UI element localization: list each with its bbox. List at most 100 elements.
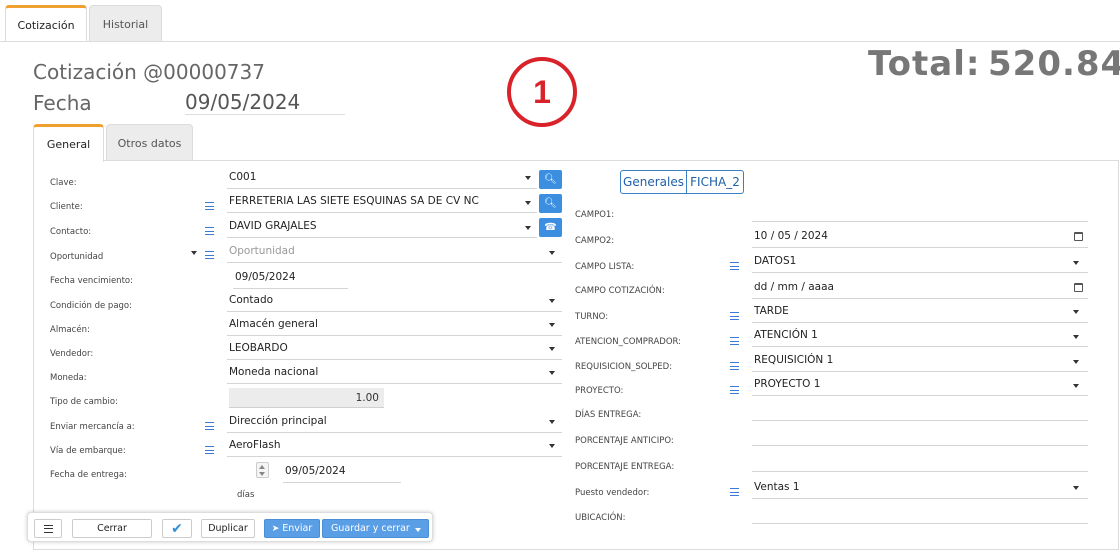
cliente-menu-icon[interactable] bbox=[205, 202, 214, 210]
dias-label: días bbox=[237, 490, 255, 500]
campo2-date-input[interactable]: 10 / 05 / 2024 bbox=[752, 226, 1088, 248]
approve-button[interactable]: ✔ bbox=[162, 519, 192, 538]
enviar-mercancia-select[interactable]: Dirección principal bbox=[227, 411, 562, 433]
cerrar-label: Cerrar bbox=[97, 523, 127, 534]
cliente-select[interactable]: FERRETERIA LAS SIETE ESQUINAS SA DE CV N… bbox=[227, 191, 537, 213]
condicion-pago-select[interactable]: Contado bbox=[227, 290, 562, 312]
stepper-up-icon[interactable] bbox=[259, 465, 265, 469]
cliente-search-button[interactable]: 🔍︎ bbox=[539, 194, 562, 213]
stepper-down-icon[interactable] bbox=[259, 472, 265, 476]
contacto-menu-icon[interactable] bbox=[205, 227, 214, 235]
tab-historial[interactable]: Historial bbox=[89, 5, 162, 42]
requisicion-value: REQUISICIÓN 1 bbox=[754, 354, 834, 366]
duplicar-label: Duplicar bbox=[208, 523, 248, 534]
vendedor-select[interactable]: LEOBARDO bbox=[227, 338, 562, 360]
porcentaje-anticipo-input[interactable] bbox=[752, 424, 1088, 446]
atencion-menu-icon[interactable] bbox=[730, 337, 739, 345]
atencion-select[interactable]: ATENCIÓN 1 bbox=[752, 325, 1088, 347]
subtab-otros-datos-label: Otros datos bbox=[117, 136, 182, 150]
menu-button[interactable] bbox=[34, 519, 62, 538]
label-campo1: CAMPO1: bbox=[575, 210, 615, 220]
clave-search-button[interactable]: 🔍︎ bbox=[539, 170, 562, 189]
tipo-cambio-input[interactable]: 1.00 bbox=[229, 388, 384, 408]
requisicion-menu-icon[interactable] bbox=[730, 362, 739, 370]
dias-entrega-input[interactable] bbox=[752, 399, 1088, 421]
clave-select[interactable]: C001 bbox=[227, 167, 537, 189]
guardar-cerrar-button[interactable]: Guardar y cerrar bbox=[322, 519, 429, 538]
moneda-value: Moneda nacional bbox=[229, 366, 319, 378]
oportunidad-select[interactable]: Oportunidad bbox=[227, 241, 562, 263]
moneda-select[interactable]: Moneda nacional bbox=[227, 362, 562, 384]
moneda-caret-icon bbox=[549, 371, 555, 375]
subtab-general[interactable]: General bbox=[33, 124, 104, 162]
label-atencion-comprador: ATENCION_COMPRADOR: bbox=[575, 337, 682, 347]
vendedor-value: LEOBARDO bbox=[229, 342, 288, 354]
calendar-icon[interactable] bbox=[1074, 232, 1083, 241]
via-embarque-select[interactable]: AeroFlash bbox=[227, 435, 562, 457]
segment-generales[interactable]: Generales bbox=[620, 170, 687, 194]
label-oportunidad: Oportunidad bbox=[50, 252, 104, 262]
fecha-vencimiento-value: 09/05/2024 bbox=[235, 271, 296, 283]
label-moneda: Moneda: bbox=[50, 373, 87, 383]
vendedor-caret-icon bbox=[549, 347, 555, 351]
step-badge: 1 bbox=[507, 57, 577, 127]
label-ubicacion: UBICACIÓN: bbox=[575, 513, 626, 523]
oportunidad-placeholder: Oportunidad bbox=[229, 245, 295, 257]
enviar-caret-icon bbox=[549, 420, 555, 424]
label-porcentaje-entrega: PORCENTAJE ENTREGA: bbox=[575, 462, 675, 472]
subtab-otros-datos[interactable]: Otros datos bbox=[106, 124, 193, 161]
enviar-menu-icon[interactable] bbox=[205, 422, 214, 430]
porcentaje-entrega-input[interactable] bbox=[752, 450, 1088, 472]
duplicar-button[interactable]: Duplicar bbox=[201, 519, 255, 538]
label-via-embarque: Vía de embarque: bbox=[50, 446, 126, 456]
almacen-caret-icon bbox=[549, 323, 555, 327]
tab-cotizacion[interactable]: Cotización bbox=[5, 5, 87, 42]
condicion-pago-value: Contado bbox=[229, 294, 274, 306]
label-vendedor: Vendedor: bbox=[50, 349, 94, 359]
quote-number: Cotización @00000737 bbox=[33, 60, 265, 84]
campo-cotizacion-date-input[interactable]: dd / mm / aaaa bbox=[752, 277, 1088, 299]
total-label: Total: bbox=[868, 44, 981, 84]
campo1-input[interactable] bbox=[752, 200, 1088, 222]
puesto-menu-icon[interactable] bbox=[730, 488, 739, 496]
step-badge-number: 1 bbox=[533, 74, 551, 110]
puesto-caret-icon bbox=[1073, 486, 1079, 490]
label-requisicion: REQUISICION_SOLPED: bbox=[575, 362, 673, 372]
clave-caret-icon bbox=[525, 176, 531, 180]
via-menu-icon[interactable] bbox=[205, 446, 214, 454]
proyecto-menu-icon[interactable] bbox=[730, 386, 739, 394]
turno-select[interactable]: TARDE bbox=[752, 301, 1088, 323]
oportunidad-menu-icon[interactable] bbox=[205, 251, 214, 259]
search-icon: 🔍︎ bbox=[544, 174, 557, 185]
label-condicion-pago: Condición de pago: bbox=[50, 301, 132, 311]
label-proyecto: PROYECTO: bbox=[575, 386, 624, 396]
label-porcentaje-anticipo: PORCENTAJE ANTICIPO: bbox=[575, 436, 674, 446]
puesto-vendedor-select[interactable]: Ventas 1 bbox=[752, 477, 1088, 499]
dropdown-caret-icon[interactable] bbox=[415, 528, 421, 532]
cerrar-button[interactable]: Cerrar bbox=[72, 519, 152, 538]
contacto-phone-button[interactable]: ☎ bbox=[539, 218, 562, 237]
cliente-caret-icon bbox=[525, 201, 531, 205]
campo-lista-menu-icon[interactable] bbox=[730, 262, 739, 270]
fecha-entrega-input[interactable]: 09/05/2024 bbox=[283, 461, 401, 483]
requisicion-select[interactable]: REQUISICIÓN 1 bbox=[752, 350, 1088, 372]
dias-stepper[interactable] bbox=[256, 462, 269, 478]
almacen-select[interactable]: Almacén general bbox=[227, 314, 562, 336]
enviar-button[interactable]: ➤ Enviar bbox=[264, 519, 320, 538]
segment-ficha-2[interactable]: FICHA_2 bbox=[686, 170, 744, 194]
ubicacion-input[interactable] bbox=[752, 502, 1088, 524]
label-fecha-entrega: Fecha de entrega: bbox=[50, 470, 127, 480]
oportunidad-label-caret-icon[interactable] bbox=[191, 251, 197, 255]
campo-lista-select[interactable]: DATOS1 bbox=[752, 251, 1088, 273]
campo-cotizacion-placeholder: dd / mm / aaaa bbox=[754, 281, 834, 293]
label-clave: Clave: bbox=[50, 178, 77, 188]
turno-caret-icon bbox=[1073, 310, 1079, 314]
fecha-vencimiento-input[interactable]: 09/05/2024 bbox=[233, 267, 348, 289]
turno-value: TARDE bbox=[754, 305, 789, 317]
contacto-select[interactable]: DAVID GRAJALES bbox=[227, 216, 537, 238]
calendar-icon[interactable] bbox=[1074, 283, 1083, 292]
turno-menu-icon[interactable] bbox=[730, 312, 739, 320]
proyecto-select[interactable]: PROYECTO 1 bbox=[752, 374, 1088, 396]
via-embarque-value: AeroFlash bbox=[229, 439, 281, 451]
phone-icon: ☎ bbox=[544, 222, 557, 233]
